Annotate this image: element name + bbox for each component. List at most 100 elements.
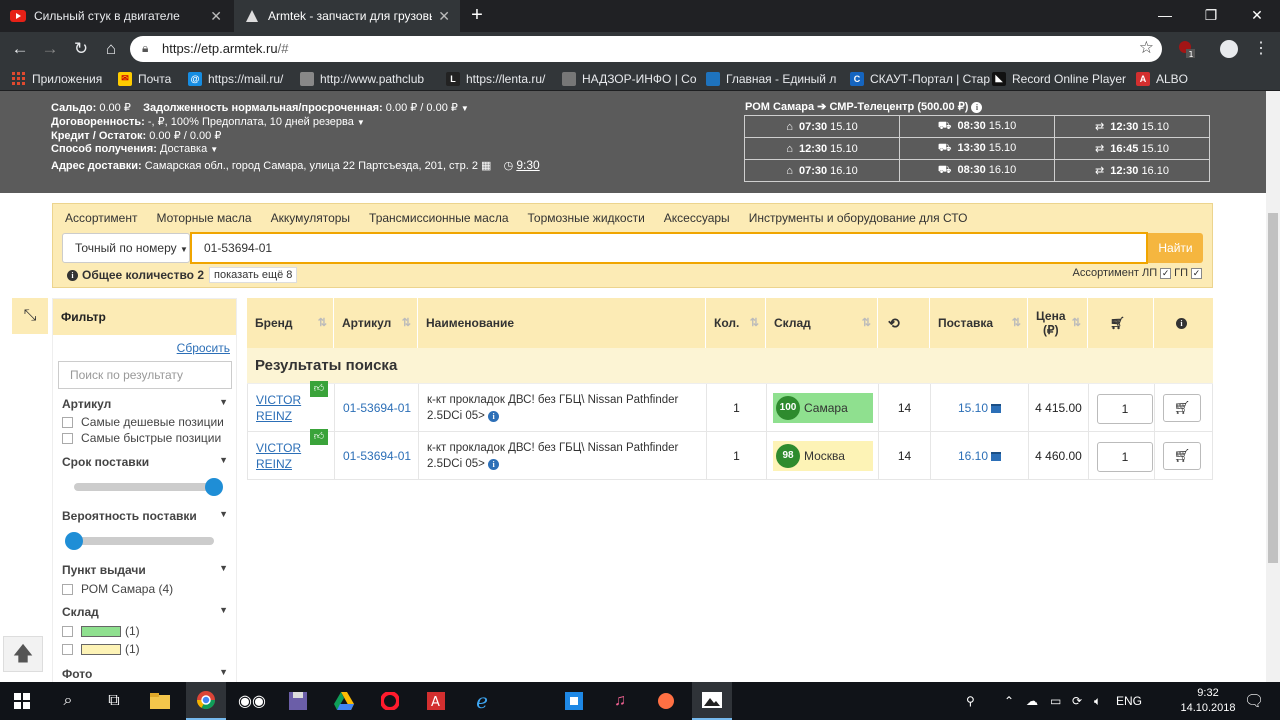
bookmark-item[interactable]: Lhttps://lenta.ru/	[446, 70, 545, 87]
chrome-icon[interactable]	[186, 682, 226, 720]
chevron-down-icon[interactable]: ▼	[357, 118, 365, 127]
collapse-filter-button[interactable]: ⤡	[12, 298, 48, 334]
delivery-date[interactable]: 15.10	[958, 401, 988, 415]
schedule-cell[interactable]: ⛟ 08:30 15.10	[899, 115, 1055, 138]
bookmark-item[interactable]: http://www.pathclub	[300, 70, 424, 87]
category-link[interactable]: Тормозные жидкости	[528, 211, 645, 225]
store-icon[interactable]	[554, 682, 594, 720]
slider-handle[interactable]	[65, 532, 83, 550]
col-days[interactable]: ⟲	[877, 298, 929, 348]
probability-slider[interactable]	[65, 532, 214, 550]
bookmark-star-icon[interactable]: ☆	[1139, 38, 1154, 58]
home-icon[interactable]: ⌂	[100, 38, 122, 60]
bookmark-item[interactable]: A ALBO	[1136, 70, 1188, 87]
sort-icon[interactable]: ⇅	[1072, 316, 1081, 329]
col-qty[interactable]: Кол. ⇅	[705, 298, 765, 348]
bookmark-item[interactable]: Приложения	[12, 70, 102, 87]
schedule-cell[interactable]: ⇄ 12:30 15.10	[1054, 115, 1210, 138]
warehouse-option[interactable]: (1)	[62, 624, 140, 638]
col-price[interactable]: Цена (₽) ⇅	[1027, 298, 1087, 348]
bookmark-item[interactable]: С СКАУТ-Портал | Стар	[850, 70, 990, 87]
opera-icon[interactable]	[370, 682, 410, 720]
schedule-cell[interactable]: ⇄ 12:30 16.10	[1054, 159, 1210, 182]
extension-icon[interactable]: 1	[1176, 38, 1198, 60]
info-icon[interactable]: i	[488, 411, 500, 422]
add-to-cart-button[interactable]: 🛒︎	[1163, 394, 1201, 422]
taskbar-clock[interactable]: 9:32 14.10.2018	[1180, 686, 1236, 716]
forward-arrow-icon[interactable]: →	[39, 38, 61, 60]
windows-start-icon[interactable]	[2, 682, 42, 720]
browser-tab-active[interactable]: Armtek - запчасти для грузовых ✕	[234, 0, 460, 32]
quantity-input[interactable]: 1	[1097, 442, 1153, 472]
tab-close-icon[interactable]: ✕	[210, 8, 222, 25]
task-view-icon[interactable]: ⧉	[94, 682, 134, 720]
chevron-down-icon[interactable]: ▼	[210, 145, 218, 154]
people-icon[interactable]: ⚲	[966, 682, 975, 720]
cheapest-option[interactable]: Самые дешевые позиции	[62, 415, 224, 429]
checkbox[interactable]	[62, 432, 73, 444]
pickup-option[interactable]: РОМ Самара (4)	[62, 582, 173, 596]
onedrive-cloud-icon[interactable]: ☁	[1026, 682, 1038, 720]
delivery-date[interactable]: 16.10	[958, 449, 988, 463]
category-link[interactable]: Моторные масла	[156, 211, 251, 225]
checkbox[interactable]	[62, 643, 73, 655]
schedule-cell[interactable]: ⌂ 07:30 15.10	[744, 115, 900, 138]
search-input[interactable]: 01-53694-01	[190, 232, 1148, 264]
category-link[interactable]: Аккумуляторы	[271, 211, 350, 225]
menu-dots-icon[interactable]: ⋮	[1250, 38, 1272, 60]
new-tab-button[interactable]: +	[466, 5, 488, 27]
brand-link[interactable]: VICTOR REINZ	[248, 392, 301, 424]
calendar-icon[interactable]: ▦	[481, 160, 491, 172]
notifications-icon[interactable]: 🗨︎	[1244, 682, 1264, 720]
address-value[interactable]: Самарская обл., город Самара, улица 22 П…	[145, 160, 478, 172]
language-indicator[interactable]: ENG	[1116, 682, 1142, 720]
delivery-time[interactable]: 9:30	[516, 158, 539, 172]
page-scrollbar[interactable]	[1266, 91, 1280, 682]
schedule-cell[interactable]: ⌂ 07:30 16.10	[744, 159, 900, 182]
add-to-cart-button[interactable]: 🛒︎	[1163, 442, 1201, 470]
sort-icon[interactable]: ⇅	[862, 316, 871, 329]
filter-section-pickup[interactable]: Пункт выдачи ▼	[62, 563, 228, 577]
schedule-cell[interactable]: ⇄ 16:45 15.10	[1054, 137, 1210, 160]
filter-section-warehouse[interactable]: Склад ▼	[62, 605, 228, 619]
profile-avatar[interactable]	[1218, 38, 1240, 60]
checkbox[interactable]	[62, 416, 73, 428]
sort-icon[interactable]: ⇅	[750, 316, 759, 329]
bookmark-item[interactable]: ◣ Record Online Player	[992, 70, 1126, 87]
info-icon[interactable]: i	[971, 102, 983, 113]
calendar-icon[interactable]	[991, 403, 1002, 413]
filter-section-delivery-term[interactable]: Срок поставки ▼	[62, 455, 228, 469]
category-link[interactable]: Аксессуары	[664, 211, 730, 225]
sort-icon[interactable]: ⇅	[1012, 316, 1021, 329]
schedule-cell[interactable]: ⛟ 13:30 15.10	[899, 137, 1055, 160]
bookmark-item[interactable]: ✉ Почта	[118, 70, 171, 87]
calendar-icon[interactable]	[991, 451, 1002, 461]
brand-link[interactable]: VICTOR REINZ	[248, 440, 301, 472]
chevron-up-icon[interactable]: ⌃	[1004, 682, 1014, 720]
minimize-button[interactable]: —	[1142, 0, 1188, 32]
tab-close-icon[interactable]: ✕	[438, 8, 450, 25]
app-circle-icon[interactable]	[646, 682, 686, 720]
method-value[interactable]: Доставка	[160, 143, 207, 155]
scroll-to-top-button[interactable]: 🡅	[3, 636, 43, 672]
maximize-button[interactable]: ❐	[1188, 0, 1234, 32]
close-window-button[interactable]: ✕	[1234, 0, 1280, 32]
quantity-input[interactable]: 1	[1097, 394, 1153, 424]
col-delivery[interactable]: Поставка ⇅	[929, 298, 1027, 348]
chevron-down-icon[interactable]: ▼	[461, 104, 469, 113]
google-drive-icon[interactable]	[324, 682, 364, 720]
article-link[interactable]: 01-53694-01	[335, 449, 411, 463]
checkbox[interactable]	[62, 583, 73, 595]
itunes-icon[interactable]: ♫	[600, 682, 640, 720]
show-more-button[interactable]: показать ещё 8	[209, 267, 298, 283]
category-link[interactable]: Инструменты и оборудование для СТО	[749, 211, 968, 225]
search-icon[interactable]: ⌕	[48, 682, 88, 720]
gp-checkbox[interactable]: ✓	[1191, 267, 1202, 279]
delivery-term-slider[interactable]	[74, 478, 223, 496]
col-warehouse[interactable]: Склад ⇅	[765, 298, 877, 348]
browser-tab[interactable]: Сильный стук в двигателе ✕	[0, 0, 232, 32]
filter-section-article[interactable]: Артикул ▼	[62, 397, 228, 411]
back-arrow-icon[interactable]: ←	[9, 38, 31, 60]
search-mode-select[interactable]: Точный по номеру ▼	[62, 233, 190, 263]
bookmark-item[interactable]: НАДЗОР-ИНФО | Со	[562, 70, 697, 87]
